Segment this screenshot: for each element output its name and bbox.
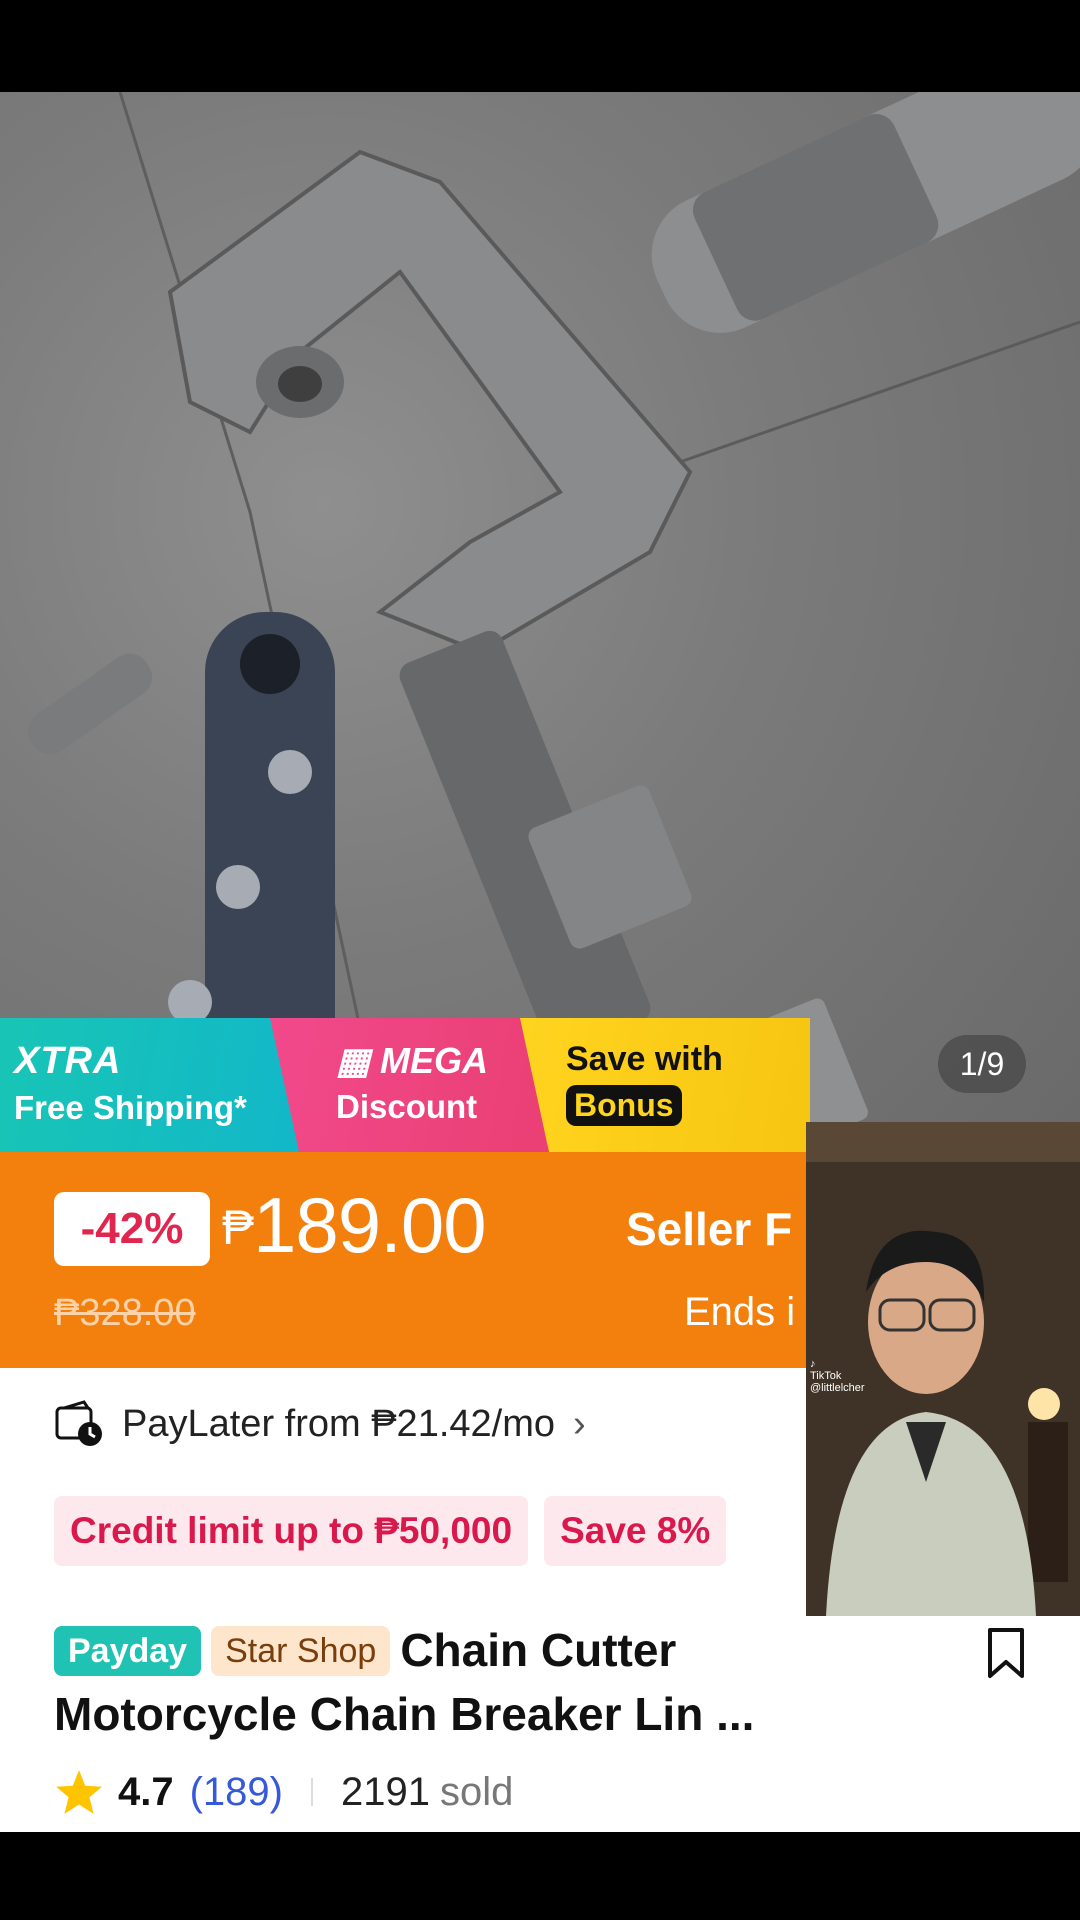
product-title-block: Payday Star Shop Chain Cutter Motorcycle C… xyxy=(54,1618,834,1746)
current-price: ₱189.00 xyxy=(222,1180,487,1271)
calendar-icon: ▦ xyxy=(336,1040,381,1081)
mega-discount-promo[interactable]: ▦ MEGA Discount xyxy=(270,1018,560,1152)
image-counter: 1/9 xyxy=(938,1035,1026,1093)
original-price: ₱328.00 xyxy=(54,1292,196,1334)
promo-strip: XTRA Free Shipping* ▦ MEGA Discount Save… xyxy=(0,1018,810,1152)
seller-flash-sale-title: Seller F xyxy=(626,1203,793,1255)
xtra-free-shipping-promo[interactable]: XTRA Free Shipping* xyxy=(0,1018,310,1152)
divider xyxy=(311,1778,313,1806)
status-bar xyxy=(0,0,1080,92)
navigation-bar xyxy=(0,1832,1080,1920)
currency-symbol: ₱ xyxy=(222,1202,254,1255)
bonus-promo[interactable]: Save with Bonus xyxy=(520,1018,810,1152)
xtra-subtitle: Free Shipping* xyxy=(14,1089,247,1126)
chain-breaker-photo xyxy=(27,92,1080,1122)
discount-badge: -42% xyxy=(54,1192,210,1266)
flash-sale-countdown: Ends i xyxy=(684,1290,796,1334)
payday-badge: Payday xyxy=(54,1626,202,1676)
sold-label: sold xyxy=(439,1769,514,1814)
sold-count: 2191 xyxy=(341,1769,430,1814)
star-shop-badge: Star Shop xyxy=(211,1626,391,1676)
credit-limit-tag[interactable]: Credit limit up to ₱50,000 xyxy=(54,1496,529,1566)
paylater-icon xyxy=(55,1400,102,1446)
xtra-title: XTRA xyxy=(14,1040,122,1082)
picture-in-picture-video[interactable]: ♪ TikTok @littlelcher xyxy=(806,1122,1080,1616)
mega-subtitle: Discount xyxy=(336,1088,478,1125)
bookmark-icon[interactable] xyxy=(984,1626,1028,1685)
tiktok-logo-icon: ♪ xyxy=(810,1358,816,1370)
bonus-title: Save with xyxy=(566,1040,723,1078)
paylater-row[interactable]: PayLater from ₱21.42/mo › xyxy=(54,1400,586,1448)
rating-value: 4.7 xyxy=(118,1769,174,1814)
review-count[interactable]: (189) xyxy=(190,1770,283,1815)
chevron-right-icon: › xyxy=(573,1402,586,1445)
price-amount: 189.00 xyxy=(253,1181,487,1269)
paylater-text: PayLater from ₱21.42/mo xyxy=(122,1402,555,1445)
product-image[interactable] xyxy=(0,92,1080,1122)
bonus-tag: Bonus xyxy=(566,1085,682,1126)
star-icon xyxy=(56,1770,102,1814)
save-percent-tag[interactable]: Save 8% xyxy=(544,1496,727,1566)
credit-tags: Credit limit up to ₱50,000 Save 8% xyxy=(54,1496,727,1566)
rating-row[interactable]: 4.7 (189) 2191 sold xyxy=(54,1768,513,1816)
tiktok-watermark: ♪ TikTok @littlelcher xyxy=(810,1358,865,1394)
